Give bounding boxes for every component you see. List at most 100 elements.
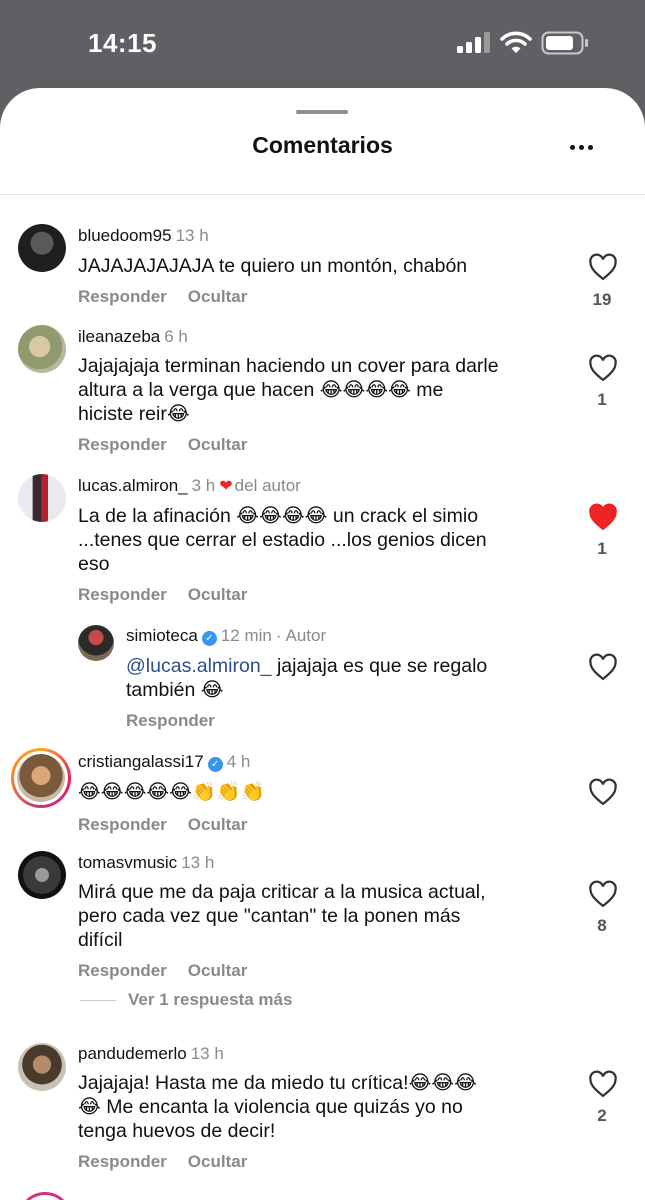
comment-text: Jajajaja! Hasta me da miedo tu crítica!😂…: [78, 1071, 548, 1143]
comment-actions: Responder Ocultar: [78, 815, 268, 835]
heart-outline-icon[interactable]: [588, 653, 618, 681]
comment-text: @lucas.almiron_ jajajaja es que se regal…: [126, 654, 566, 702]
avatar[interactable]: [18, 851, 66, 899]
like-count: 1: [597, 390, 607, 409]
username[interactable]: lucas.almiron_: [78, 476, 188, 495]
comment-actions: Responder: [126, 711, 236, 731]
comment-line: La de la afinación 😂😂😂😂 un crack el simi…: [78, 505, 479, 527]
like-count: 19: [592, 290, 612, 309]
username[interactable]: tomasvmusic: [78, 853, 177, 872]
ellipsis-icon: [570, 145, 575, 150]
comment-line: tenga huevos de decir!: [78, 1120, 276, 1142]
comment-line: hiciste reir😂: [78, 403, 190, 425]
comment-actions: Responder Ocultar: [78, 585, 268, 605]
comment-actions: Responder Ocultar: [78, 287, 268, 307]
comment-meta: ileanazeba 6 h: [78, 327, 188, 347]
username[interactable]: ileanazeba: [78, 327, 160, 346]
reply-button[interactable]: Responder: [78, 585, 167, 604]
comment-line: ...tenes que cerrar el estadio ...los ge…: [78, 529, 487, 551]
replies-divider-line: [80, 1000, 116, 1002]
comment-text: JAJAJAJAJAJA te quiero un montón, chabón: [78, 254, 548, 278]
status-time: 14:15: [88, 28, 157, 58]
comment-meta: tomasvmusic 13 h: [78, 853, 214, 873]
like-count: 1: [597, 539, 607, 558]
comment-actions: Responder Ocultar: [78, 435, 268, 455]
heart-outline-icon[interactable]: [588, 1070, 618, 1098]
reply-button[interactable]: Responder: [78, 961, 167, 980]
comment-time: 3 h: [191, 476, 216, 495]
author-badge: Autor: [285, 626, 327, 645]
story-ring[interactable]: [11, 748, 71, 808]
hide-button[interactable]: Ocultar: [188, 287, 248, 306]
mention-link[interactable]: @lucas.almiron_: [126, 655, 272, 677]
hide-button[interactable]: Ocultar: [188, 815, 248, 834]
ellipsis-dot: [588, 145, 593, 150]
comment-line: 😂 Me encanta la violencia que quizás yo …: [78, 1096, 463, 1118]
reply-button[interactable]: Responder: [78, 815, 167, 834]
heart-outline-icon[interactable]: [588, 253, 618, 281]
heart-outline-icon[interactable]: [588, 354, 618, 382]
comment-line: altura a la verga que hacen 😂😂😂😂 me: [78, 379, 444, 401]
username[interactable]: pandudemerlo: [78, 1044, 187, 1063]
comment-time: 6 h: [164, 327, 188, 346]
comment-meta: cristiangalassi17 ✓ 4 h: [78, 752, 250, 772]
comment-line: Mirá que me da paja criticar a la musica…: [78, 881, 486, 903]
reply-button[interactable]: Responder: [78, 435, 167, 454]
comment-actions: Responder Ocultar: [78, 1152, 268, 1172]
hide-button[interactable]: Ocultar: [188, 435, 248, 454]
comment-line: Jajajaja! Hasta me da miedo tu crítica!😂…: [78, 1072, 477, 1094]
comment-text: 😂😂😂😂😂👏👏👏: [78, 780, 548, 804]
verified-badge-icon: ✓: [201, 631, 217, 646]
comment-line: Jajajajaja terminan haciendo un cover pa…: [78, 355, 499, 377]
comment-line: 😂😂😂😂😂👏👏👏: [78, 781, 265, 803]
liked-by-author-label: del autor: [234, 476, 301, 495]
header-divider: [0, 194, 645, 195]
separator-dot: ·: [275, 626, 282, 645]
comment-time: 12 min: [220, 626, 272, 645]
comment-text: La de la afinación 😂😂😂😂 un crack el simi…: [78, 504, 548, 576]
comment-time: 4 h: [226, 752, 251, 771]
comment-meta: lucas.almiron_ 3 h ❤ del autor: [78, 476, 301, 496]
comment-line: pero cada vez que "cantan" te la ponen m…: [78, 905, 461, 927]
heart-filled-icon: ❤: [219, 478, 233, 495]
comment-line: también 😂: [126, 679, 224, 701]
view-more-replies-button[interactable]: Ver 1 respuesta más: [80, 990, 292, 1010]
comment-time: 13 h: [190, 1044, 224, 1063]
comment-meta: pandudemerlo 13 h: [78, 1044, 224, 1064]
reply-button[interactable]: Responder: [126, 711, 215, 730]
username[interactable]: simioteca: [126, 626, 198, 645]
username[interactable]: cristiangalassi17: [78, 752, 204, 771]
comment-time: 13 h: [175, 226, 209, 245]
comment-meta: bluedoom95 13 h: [78, 226, 209, 246]
avatar[interactable]: [18, 325, 66, 373]
avatar: [17, 754, 65, 802]
heart-outline-icon[interactable]: [588, 778, 618, 806]
hide-button[interactable]: Ocultar: [188, 1152, 248, 1171]
comment-line: @lucas.almiron_ jajajaja es que se regal…: [126, 654, 566, 678]
battery-icon: [541, 31, 588, 55]
like-count: 2: [597, 1106, 607, 1125]
verified-badge-icon: ✓: [207, 757, 223, 772]
more-options-button[interactable]: [560, 136, 604, 160]
wifi-icon: [500, 31, 532, 53]
story-ring[interactable]: [18, 1192, 72, 1200]
like-count: 8: [597, 916, 607, 935]
comment-line: JAJAJAJAJAJA te quiero un montón, chabón: [78, 255, 468, 277]
heart-outline-icon[interactable]: [588, 880, 618, 908]
avatar[interactable]: [78, 625, 114, 661]
reply-button[interactable]: Responder: [78, 1152, 167, 1171]
reply-text: jajajaja es que se regalo: [271, 655, 488, 677]
avatar[interactable]: [18, 1043, 66, 1091]
ellipsis-dot: [579, 145, 584, 150]
comment-meta: simioteca ✓ 12 min · Autor: [126, 626, 326, 646]
hide-button[interactable]: Ocultar: [188, 961, 248, 980]
avatar[interactable]: [18, 474, 66, 522]
reply-button[interactable]: Responder: [78, 287, 167, 306]
hide-button[interactable]: Ocultar: [188, 585, 248, 604]
comment-line: difícil: [78, 929, 123, 951]
sheet-grabber[interactable]: [296, 110, 348, 114]
avatar[interactable]: [18, 224, 66, 272]
cellular-signal-icon: [457, 32, 490, 53]
username[interactable]: bluedoom95: [78, 226, 172, 245]
heart-filled-icon[interactable]: [588, 503, 618, 531]
